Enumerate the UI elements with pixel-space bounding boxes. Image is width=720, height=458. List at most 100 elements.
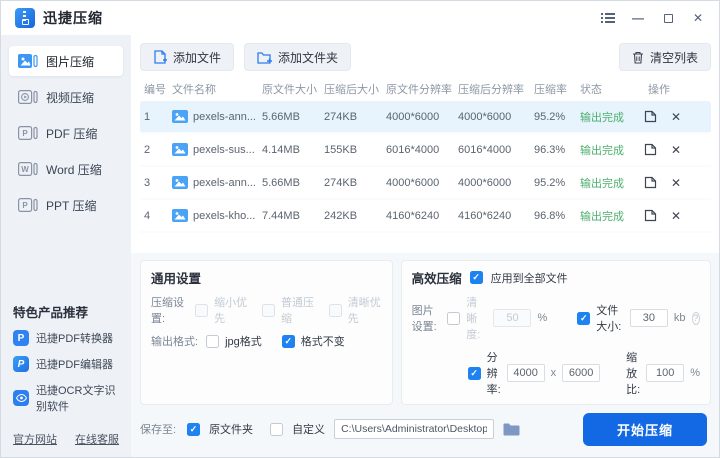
file-size-input[interactable] <box>629 309 668 327</box>
col-ops: 操作 <box>648 84 670 96</box>
table-row[interactable]: 2 pexels-sus... 4.14MB 155KB 6016*4000 6… <box>140 134 711 167</box>
sidebar-links: 官方网站 在线客服 <box>1 419 131 451</box>
video-compress-icon <box>18 89 38 105</box>
browse-folder-icon[interactable] <box>503 423 520 436</box>
product-pdf-editor[interactable]: P 迅捷PDF编辑器 <box>1 351 131 377</box>
image-thumb-icon <box>172 143 188 156</box>
compression-label: 压缩设置: <box>151 297 184 325</box>
cell-comp-size: 274KB <box>324 110 358 123</box>
sidebar-item-ppt-compress[interactable]: P PPT 压缩 <box>9 190 123 220</box>
product-ocr[interactable]: 迅捷OCR文字识别软件 <box>1 377 131 419</box>
file-table-area: 添加文件 添加文件夹 清空列表 编号 文件名称 原文件大小 压缩后大小 原文件分… <box>131 35 719 253</box>
sidebar-item-word-compress[interactable]: W Word 压缩 <box>9 154 123 184</box>
resolution-label: 分辨率: <box>486 352 501 396</box>
status-badge: 输出完成 <box>580 144 624 157</box>
clarity-label: 清晰度: <box>466 297 481 341</box>
cell-no: 1 <box>144 110 151 123</box>
cell-no: 3 <box>144 176 151 189</box>
sidebar-item-pdf-compress[interactable]: P PDF 压缩 <box>9 118 123 148</box>
status-badge: 输出完成 <box>580 111 624 124</box>
menu-icon[interactable] <box>601 11 615 25</box>
original-folder-label: 原文件夹 <box>209 424 254 436</box>
apply-all-checkbox[interactable] <box>469 271 483 284</box>
keep-format-checkbox[interactable] <box>281 334 295 348</box>
clarity-checkbox[interactable] <box>447 311 461 325</box>
cell-rate: 96.8% <box>534 209 566 222</box>
pdf-converter-icon: P <box>13 330 29 346</box>
minimize-icon[interactable]: — <box>631 11 645 25</box>
resolution-width-input[interactable] <box>506 364 545 382</box>
image-thumb-icon <box>172 176 188 189</box>
pdf-compress-icon: P <box>18 125 38 141</box>
sidebar-item-label: Word 压缩 <box>46 162 102 177</box>
table-header: 编号 文件名称 原文件大小 压缩后大小 原文件分辨率 压缩后分辨率 压缩率 状态… <box>140 77 711 101</box>
official-site-link[interactable]: 官方网站 <box>13 431 57 447</box>
cell-orig-res: 4000*6000 <box>386 110 440 123</box>
delete-row-icon[interactable]: ✕ <box>671 143 681 157</box>
jpg-format-checkbox[interactable] <box>206 334 220 348</box>
cell-orig-size: 5.66MB <box>262 176 300 189</box>
delete-row-icon[interactable]: ✕ <box>671 110 681 124</box>
general-settings-panel: 通用设置 压缩设置: 缩小优先 普通压缩 清晰优先 输出格式: jpg格式 ✓ … <box>140 260 393 405</box>
table-row[interactable]: 4 pexels-kho... 7.44MB 242KB 4160*6240 4… <box>140 200 711 233</box>
normal-compress-checkbox[interactable] <box>261 303 275 317</box>
cell-orig-size: 4.14MB <box>262 143 300 156</box>
cell-orig-size: 5.66MB <box>262 110 300 123</box>
save-path-input[interactable] <box>334 419 495 439</box>
sidebar-item-image-compress[interactable]: 图片压缩 <box>9 46 123 76</box>
table-row[interactable]: 1 pexels-ann... 5.66MB 274KB 4000*6000 4… <box>140 101 711 134</box>
maximize-icon[interactable] <box>661 11 675 25</box>
cell-comp-size: 242KB <box>324 209 358 222</box>
col-comp-res: 压缩后分辨率 <box>458 84 524 96</box>
help-icon[interactable]: ? <box>691 311 701 325</box>
sidebar-item-video-compress[interactable]: 视频压缩 <box>9 82 123 112</box>
product-label: 迅捷OCR文字识别软件 <box>36 385 116 413</box>
table-rows: 1 pexels-ann... 5.66MB 274KB 4000*6000 4… <box>140 101 711 253</box>
add-file-icon <box>153 50 167 64</box>
clarity-input[interactable] <box>493 309 532 327</box>
resolution-checkbox[interactable] <box>467 366 481 380</box>
col-orig-size: 原文件大小 <box>262 84 317 96</box>
close-icon[interactable]: ✕ <box>691 11 705 25</box>
svg-text:P: P <box>22 201 28 210</box>
cell-comp-size: 274KB <box>324 176 358 189</box>
open-file-icon[interactable] <box>644 110 657 123</box>
custom-folder-checkbox[interactable] <box>270 422 284 436</box>
delete-row-icon[interactable]: ✕ <box>671 209 681 223</box>
add-folder-button[interactable]: 添加文件夹 <box>244 43 352 71</box>
original-folder-checkbox[interactable] <box>187 422 201 436</box>
add-file-label: 添加文件 <box>173 50 222 65</box>
app-window: 迅捷压缩 — ✕ 图片压缩 视频压缩 P PDF 压缩 W Word 压缩 P … <box>0 0 720 458</box>
scale-input[interactable] <box>646 364 685 382</box>
online-support-link[interactable]: 在线客服 <box>75 431 119 447</box>
product-label: 迅捷PDF编辑器 <box>36 359 113 371</box>
shrink-priority-checkbox[interactable] <box>195 303 209 317</box>
svg-text:P: P <box>22 129 28 138</box>
clear-list-button[interactable]: 清空列表 <box>618 43 711 71</box>
sidebar: 图片压缩 视频压缩 P PDF 压缩 W Word 压缩 P PPT 压缩 特色… <box>1 35 131 457</box>
open-file-icon[interactable] <box>644 176 657 189</box>
open-file-icon[interactable] <box>644 143 657 156</box>
add-file-button[interactable]: 添加文件 <box>140 43 235 71</box>
resolution-height-input[interactable] <box>562 364 601 382</box>
sidebar-item-label: PPT 压缩 <box>46 198 97 213</box>
product-pdf-converter[interactable]: P 迅捷PDF转换器 <box>1 325 131 351</box>
cell-no: 4 <box>144 209 151 222</box>
window-controls: — ✕ <box>601 11 705 25</box>
clarity-priority-checkbox[interactable] <box>328 303 342 317</box>
col-comp-size: 压缩后大小 <box>324 84 379 96</box>
cell-comp-res: 4160*6240 <box>458 209 512 222</box>
cell-ops: ✕ <box>636 143 711 157</box>
start-compress-button[interactable]: 开始压缩 <box>583 412 707 446</box>
open-file-icon[interactable] <box>644 209 657 222</box>
efficient-compress-panel: 高效压缩 应用到全部文件 图片设置: 清晰度: % 文件大小: kb <box>400 260 711 405</box>
table-row[interactable]: 3 pexels-ann... 5.66MB 274KB 4000*6000 4… <box>140 167 711 200</box>
apply-all-label: 应用到全部文件 <box>490 272 568 285</box>
cell-name: pexels-ann... <box>168 110 258 123</box>
delete-row-icon[interactable]: ✕ <box>671 176 681 190</box>
cell-no: 2 <box>144 143 151 156</box>
image-settings-label: 图片设置: <box>411 305 437 333</box>
file-size-checkbox[interactable] <box>577 311 591 325</box>
col-no: 编号 <box>144 84 166 96</box>
cell-name: pexels-ann... <box>168 176 258 189</box>
